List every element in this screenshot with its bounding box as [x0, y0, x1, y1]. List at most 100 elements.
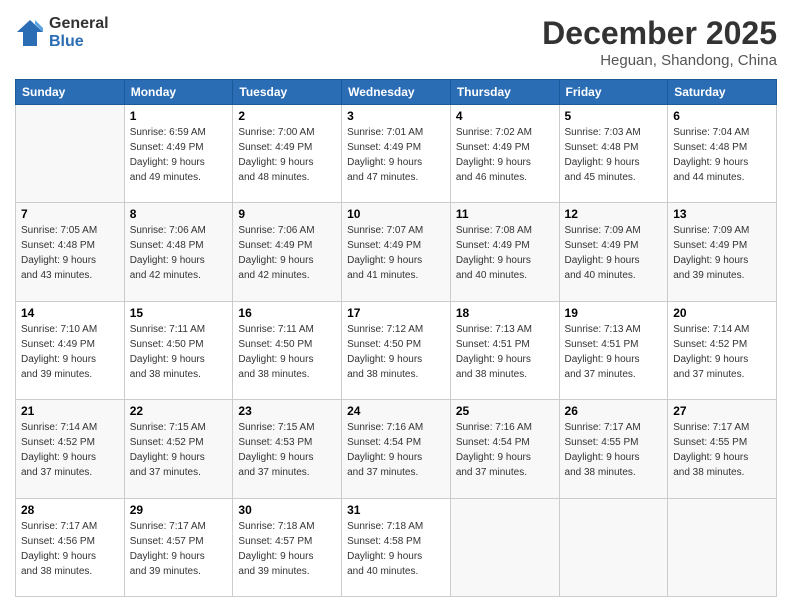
- calendar-week-3: 14 Sunrise: 7:10 AMSunset: 4:49 PMDayligh…: [16, 301, 777, 399]
- day-info: Sunrise: 7:13 AMSunset: 4:51 PMDaylight:…: [456, 322, 554, 382]
- logo: General Blue: [15, 15, 109, 50]
- calendar-week-5: 28 Sunrise: 7:17 AMSunset: 4:56 PMDayligh…: [16, 498, 777, 596]
- day-number: 27: [673, 404, 771, 418]
- calendar-cell: 14 Sunrise: 7:10 AMSunset: 4:49 PMDayligh…: [16, 301, 125, 399]
- day-number: 5: [565, 109, 663, 123]
- calendar-cell: 10 Sunrise: 7:07 AMSunset: 4:49 PMDayligh…: [342, 203, 451, 301]
- calendar-cell: 18 Sunrise: 7:13 AMSunset: 4:51 PMDayligh…: [450, 301, 559, 399]
- day-info: Sunrise: 7:09 AMSunset: 4:49 PMDaylight:…: [673, 223, 771, 283]
- day-header-monday: Monday: [124, 80, 233, 105]
- day-info: Sunrise: 7:09 AMSunset: 4:49 PMDaylight:…: [565, 223, 663, 283]
- day-info: Sunrise: 7:16 AMSunset: 4:54 PMDaylight:…: [347, 420, 445, 480]
- day-number: 6: [673, 109, 771, 123]
- calendar-cell: 20Sunrise: 7:14 AMSunset: 4:52 PMDayligh…: [668, 301, 777, 399]
- calendar-week-4: 21Sunrise: 7:14 AMSunset: 4:52 PMDayligh…: [16, 400, 777, 498]
- day-number: 31: [347, 503, 445, 517]
- day-info: Sunrise: 7:17 AMSunset: 4:55 PMDaylight:…: [673, 420, 771, 480]
- logo-icon: [15, 18, 45, 48]
- day-number: 28: [21, 503, 119, 517]
- day-number: 23: [238, 404, 336, 418]
- day-header-wednesday: Wednesday: [342, 80, 451, 105]
- calendar-cell: 22Sunrise: 7:15 AMSunset: 4:52 PMDayligh…: [124, 400, 233, 498]
- day-info: Sunrise: 7:02 AMSunset: 4:49 PMDaylight:…: [456, 125, 554, 185]
- day-info: Sunrise: 7:18 AMSunset: 4:58 PMDaylight:…: [347, 519, 445, 579]
- calendar-cell: 30 Sunrise: 7:18 AMSunset: 4:57 PMDayligh…: [233, 498, 342, 596]
- calendar-cell: 7 Sunrise: 7:05 AMSunset: 4:48 PMDaylight…: [16, 203, 125, 301]
- day-number: 3: [347, 109, 445, 123]
- day-header-saturday: Saturday: [668, 80, 777, 105]
- calendar-cell: 13 Sunrise: 7:09 AMSunset: 4:49 PMDayligh…: [668, 203, 777, 301]
- day-number: 21: [21, 404, 119, 418]
- day-number: 29: [130, 503, 228, 517]
- calendar-cell: 25Sunrise: 7:16 AMSunset: 4:54 PMDayligh…: [450, 400, 559, 498]
- day-info: Sunrise: 7:05 AMSunset: 4:48 PMDaylight:…: [21, 223, 119, 283]
- day-info: Sunrise: 7:08 AMSunset: 4:49 PMDaylight:…: [456, 223, 554, 283]
- day-header-friday: Friday: [559, 80, 668, 105]
- calendar-body: 1Sunrise: 6:59 AMSunset: 4:49 PMDaylight…: [16, 105, 777, 597]
- day-info: Sunrise: 7:18 AMSunset: 4:57 PMDaylight:…: [238, 519, 336, 579]
- calendar-cell: 29Sunrise: 7:17 AMSunset: 4:57 PMDayligh…: [124, 498, 233, 596]
- day-header-sunday: Sunday: [16, 80, 125, 105]
- day-info: Sunrise: 7:04 AMSunset: 4:48 PMDaylight:…: [673, 125, 771, 185]
- calendar-week-2: 7 Sunrise: 7:05 AMSunset: 4:48 PMDaylight…: [16, 203, 777, 301]
- day-info: Sunrise: 7:07 AMSunset: 4:49 PMDaylight:…: [347, 223, 445, 283]
- calendar-cell: 1Sunrise: 6:59 AMSunset: 4:49 PMDaylight…: [124, 105, 233, 203]
- calendar-cell: 26 Sunrise: 7:17 AMSunset: 4:55 PMDayligh…: [559, 400, 668, 498]
- day-info: Sunrise: 7:12 AMSunset: 4:50 PMDaylight:…: [347, 322, 445, 382]
- calendar-cell: 31 Sunrise: 7:18 AMSunset: 4:58 PMDayligh…: [342, 498, 451, 596]
- day-info: Sunrise: 7:13 AMSunset: 4:51 PMDaylight:…: [565, 322, 663, 382]
- month-title: December 2025: [542, 15, 777, 52]
- calendar-cell: 8Sunrise: 7:06 AMSunset: 4:48 PMDaylight…: [124, 203, 233, 301]
- calendar-week-1: 1Sunrise: 6:59 AMSunset: 4:49 PMDaylight…: [16, 105, 777, 203]
- calendar-cell: 27 Sunrise: 7:17 AMSunset: 4:55 PMDayligh…: [668, 400, 777, 498]
- day-number: 16: [238, 306, 336, 320]
- day-info: Sunrise: 7:15 AMSunset: 4:53 PMDaylight:…: [238, 420, 336, 480]
- calendar-cell: 23 Sunrise: 7:15 AMSunset: 4:53 PMDayligh…: [233, 400, 342, 498]
- day-number: 30: [238, 503, 336, 517]
- calendar-cell: 12 Sunrise: 7:09 AMSunset: 4:49 PMDayligh…: [559, 203, 668, 301]
- calendar-cell: 21Sunrise: 7:14 AMSunset: 4:52 PMDayligh…: [16, 400, 125, 498]
- day-info: Sunrise: 6:59 AMSunset: 4:49 PMDaylight:…: [130, 125, 228, 185]
- calendar-cell: 16 Sunrise: 7:11 AMSunset: 4:50 PMDayligh…: [233, 301, 342, 399]
- day-info: Sunrise: 7:01 AMSunset: 4:49 PMDaylight:…: [347, 125, 445, 185]
- day-info: Sunrise: 7:06 AMSunset: 4:49 PMDaylight:…: [238, 223, 336, 283]
- day-info: Sunrise: 7:03 AMSunset: 4:48 PMDaylight:…: [565, 125, 663, 185]
- title-block: December 2025 Heguan, Shandong, China: [542, 15, 777, 69]
- day-number: 13: [673, 207, 771, 221]
- day-header-tuesday: Tuesday: [233, 80, 342, 105]
- day-info: Sunrise: 7:11 AMSunset: 4:50 PMDaylight:…: [238, 322, 336, 382]
- calendar-cell: 24 Sunrise: 7:16 AMSunset: 4:54 PMDayligh…: [342, 400, 451, 498]
- calendar-cell: 11Sunrise: 7:08 AMSunset: 4:49 PMDayligh…: [450, 203, 559, 301]
- header: General Blue December 2025 Heguan, Shand…: [15, 15, 777, 69]
- calendar-cell: 19 Sunrise: 7:13 AMSunset: 4:51 PMDayligh…: [559, 301, 668, 399]
- day-info: Sunrise: 7:00 AMSunset: 4:49 PMDaylight:…: [238, 125, 336, 185]
- day-info: Sunrise: 7:17 AMSunset: 4:55 PMDaylight:…: [565, 420, 663, 480]
- day-number: 10: [347, 207, 445, 221]
- day-number: 4: [456, 109, 554, 123]
- calendar-cell: [16, 105, 125, 203]
- day-info: Sunrise: 7:17 AMSunset: 4:56 PMDaylight:…: [21, 519, 119, 579]
- calendar-cell: 6 Sunrise: 7:04 AMSunset: 4:48 PMDaylight…: [668, 105, 777, 203]
- day-number: 24: [347, 404, 445, 418]
- day-info: Sunrise: 7:16 AMSunset: 4:54 PMDaylight:…: [456, 420, 554, 480]
- day-number: 12: [565, 207, 663, 221]
- day-info: Sunrise: 7:15 AMSunset: 4:52 PMDaylight:…: [130, 420, 228, 480]
- calendar-cell: 17 Sunrise: 7:12 AMSunset: 4:50 PMDayligh…: [342, 301, 451, 399]
- day-info: Sunrise: 7:11 AMSunset: 4:50 PMDaylight:…: [130, 322, 228, 382]
- calendar-cell: 2Sunrise: 7:00 AMSunset: 4:49 PMDaylight…: [233, 105, 342, 203]
- calendar-cell: [559, 498, 668, 596]
- day-number: 14: [21, 306, 119, 320]
- day-number: 26: [565, 404, 663, 418]
- day-number: 20: [673, 306, 771, 320]
- day-number: 7: [21, 207, 119, 221]
- logo-blue: Blue: [49, 33, 109, 51]
- calendar-header: SundayMondayTuesdayWednesdayThursdayFrid…: [16, 80, 777, 105]
- location-title: Heguan, Shandong, China: [542, 52, 777, 69]
- calendar-cell: 5 Sunrise: 7:03 AMSunset: 4:48 PMDaylight…: [559, 105, 668, 203]
- day-number: 19: [565, 306, 663, 320]
- calendar-cell: [668, 498, 777, 596]
- day-info: Sunrise: 7:10 AMSunset: 4:49 PMDaylight:…: [21, 322, 119, 382]
- calendar-cell: 9Sunrise: 7:06 AMSunset: 4:49 PMDaylight…: [233, 203, 342, 301]
- day-number: 18: [456, 306, 554, 320]
- day-number: 17: [347, 306, 445, 320]
